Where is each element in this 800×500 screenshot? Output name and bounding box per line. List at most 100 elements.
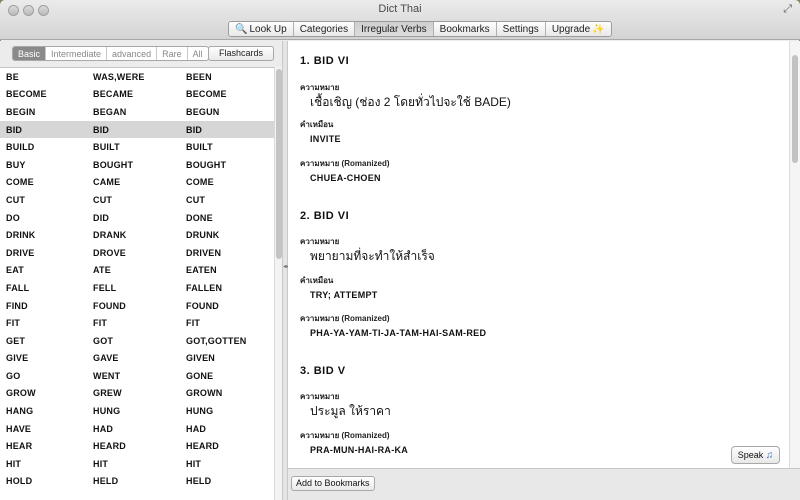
verb-list-scrollbar[interactable] — [274, 67, 282, 500]
verb-row[interactable]: GET GOT GOT,GOTTEN — [0, 332, 274, 350]
synonym-label: คำเหมือน — [300, 276, 334, 285]
past-simple: GOT — [93, 335, 114, 346]
base-form: EAT — [6, 265, 24, 276]
verb-row[interactable]: DRIVE DROVE DRIVEN — [0, 244, 274, 262]
romanized-text: PHA-YA-YAM-TI-JA-TAM-HAI-SAM-RED — [310, 328, 487, 338]
base-form: FALL — [6, 282, 30, 293]
filter-advanced[interactable]: advanced — [107, 47, 158, 60]
base-form: GET — [6, 335, 26, 346]
splitter-grip-icon: ◂▸ — [283, 264, 290, 270]
add-to-bookmarks-button[interactable]: Add to Bookmarks — [291, 476, 375, 491]
app-window: Dict Thai ⤢ 🔍 Look Up Categories Irregula… — [0, 0, 800, 500]
verb-row[interactable]: COME CAME COME — [0, 174, 274, 192]
past-simple: WAS,WERE — [93, 71, 145, 82]
base-form: HANG — [6, 406, 34, 417]
verb-row[interactable]: DRINK DRANK DRUNK — [0, 226, 274, 244]
past-participle: FALLEN — [186, 282, 223, 293]
romanized-text: PRA-MUN-HAI-RA-KA — [310, 445, 409, 455]
verb-row[interactable]: FALL FELL FALLEN — [0, 279, 274, 297]
past-simple: DROVE — [93, 247, 127, 258]
verb-row[interactable]: CUT CUT CUT — [0, 191, 274, 209]
romanized-text: CHUEA-CHOEN — [310, 173, 381, 183]
verb-list-pane: Basic Intermediate advanced Rare All Fla… — [0, 41, 282, 500]
verb-row[interactable]: HAVE HAD HAD — [0, 420, 274, 438]
verb-row[interactable]: HANG HUNG HUNG — [0, 402, 274, 420]
verb-row[interactable]: BE WAS,WERE BEEN — [0, 68, 274, 86]
tab-settings[interactable]: Settings — [496, 22, 546, 36]
past-participle: HIT — [186, 458, 202, 469]
filter-all[interactable]: All — [188, 47, 208, 60]
verb-row[interactable]: BECOME BECAME BECOME — [0, 86, 274, 104]
past-participle: BUILT — [186, 142, 213, 153]
past-simple: CUT — [93, 194, 113, 205]
verb-row[interactable]: BEGIN BEGAN BEGUN — [0, 103, 274, 121]
past-participle: BECOME — [186, 89, 227, 100]
meaning-text: เชื้อเชิญ (ช่อง 2 โดยทั่วไปจะใช้ BADE) — [310, 95, 511, 109]
past-participle: BID — [186, 124, 203, 135]
verb-row[interactable]: HOLD HELD HELD — [0, 473, 274, 491]
past-simple: BID — [93, 124, 110, 135]
base-form: HIT — [6, 458, 22, 469]
definition-pane: 1. BID VI ความหมาย เชื้อเชิญ (ช่อง 2 โดย… — [288, 41, 800, 468]
past-simple: FELL — [93, 282, 117, 293]
flashcards-button[interactable]: Flashcards — [208, 46, 274, 61]
verb-row[interactable]: BUILD BUILT BUILT — [0, 138, 274, 156]
definition-scrollbar[interactable] — [789, 41, 800, 468]
entry-heading: 1. BID VI — [300, 55, 350, 67]
verb-row[interactable]: BID BID BID — [0, 120, 274, 139]
past-participle: GROWN — [186, 388, 223, 399]
past-simple: DID — [93, 212, 110, 223]
base-form: DRINK — [6, 230, 36, 241]
past-simple: GREW — [93, 388, 122, 399]
past-participle: HELD — [186, 476, 212, 487]
past-participle: DRUNK — [186, 230, 220, 241]
filter-rare[interactable]: Rare — [157, 47, 188, 60]
past-participle: CUT — [186, 194, 206, 205]
base-form: CUT — [6, 194, 26, 205]
verb-row[interactable]: FIT FIT FIT — [0, 314, 274, 332]
bottom-bar: Add to Bookmarks — [288, 468, 800, 500]
filter-intermediate[interactable]: Intermediate — [46, 47, 108, 60]
past-participle: BEEN — [186, 71, 212, 82]
base-form: DRIVE — [6, 247, 35, 258]
verb-row[interactable]: DO DID DONE — [0, 209, 274, 227]
tab-look-up[interactable]: 🔍 Look Up — [229, 22, 294, 36]
verb-row[interactable]: GO WENT GONE — [0, 367, 274, 385]
meaning-text: ประมูล ให้ราคา — [310, 404, 391, 418]
base-form: BID — [6, 124, 23, 135]
tab-bookmarks[interactable]: Bookmarks — [433, 22, 497, 36]
base-form: GIVE — [6, 353, 29, 364]
entry-heading: 3. BID V — [300, 365, 346, 377]
verb-row[interactable]: GIVE GAVE GIVEN — [0, 350, 274, 368]
verb-row[interactable]: FIND FOUND FOUND — [0, 297, 274, 315]
level-filter: Basic Intermediate advanced Rare All — [12, 46, 209, 61]
base-form: GROW — [6, 388, 36, 399]
verb-row[interactable]: EAT ATE EATEN — [0, 262, 274, 280]
past-simple: HAD — [93, 423, 114, 434]
verb-row[interactable]: GROW GREW GROWN — [0, 385, 274, 403]
past-simple: BOUGHT — [93, 159, 134, 170]
past-participle: DRIVEN — [186, 247, 222, 258]
base-form: COME — [6, 177, 34, 188]
base-form: BUY — [6, 159, 26, 170]
past-participle: HEARD — [186, 441, 220, 452]
verb-row[interactable]: BUY BOUGHT BOUGHT — [0, 156, 274, 174]
speak-button[interactable]: Speak ♫ — [731, 446, 780, 464]
filter-basic[interactable]: Basic — [13, 47, 47, 60]
tab-irregular-verbs[interactable]: Irregular Verbs — [355, 22, 434, 36]
past-participle: DONE — [186, 212, 213, 223]
tab-upgrade[interactable]: Upgrade ✨ — [545, 22, 611, 36]
past-simple: HEARD — [93, 441, 127, 452]
past-simple: BEGAN — [93, 106, 127, 117]
main-toolbar: 🔍 Look Up Categories Irregular Verbs Book… — [228, 21, 612, 37]
scrollbar-thumb[interactable] — [792, 55, 798, 163]
past-simple: FIT — [93, 318, 108, 329]
verb-row[interactable]: HEAR HEARD HEARD — [0, 437, 274, 455]
base-form: HAVE — [6, 423, 32, 434]
window-title: Dict Thai — [378, 3, 422, 15]
past-participle: BEGUN — [186, 106, 220, 117]
verb-row[interactable]: HIT HIT HIT — [0, 455, 274, 473]
tab-categories[interactable]: Categories — [293, 22, 356, 36]
base-form: FIND — [6, 300, 28, 311]
fullscreen-icon[interactable]: ⤢ — [783, 3, 792, 16]
